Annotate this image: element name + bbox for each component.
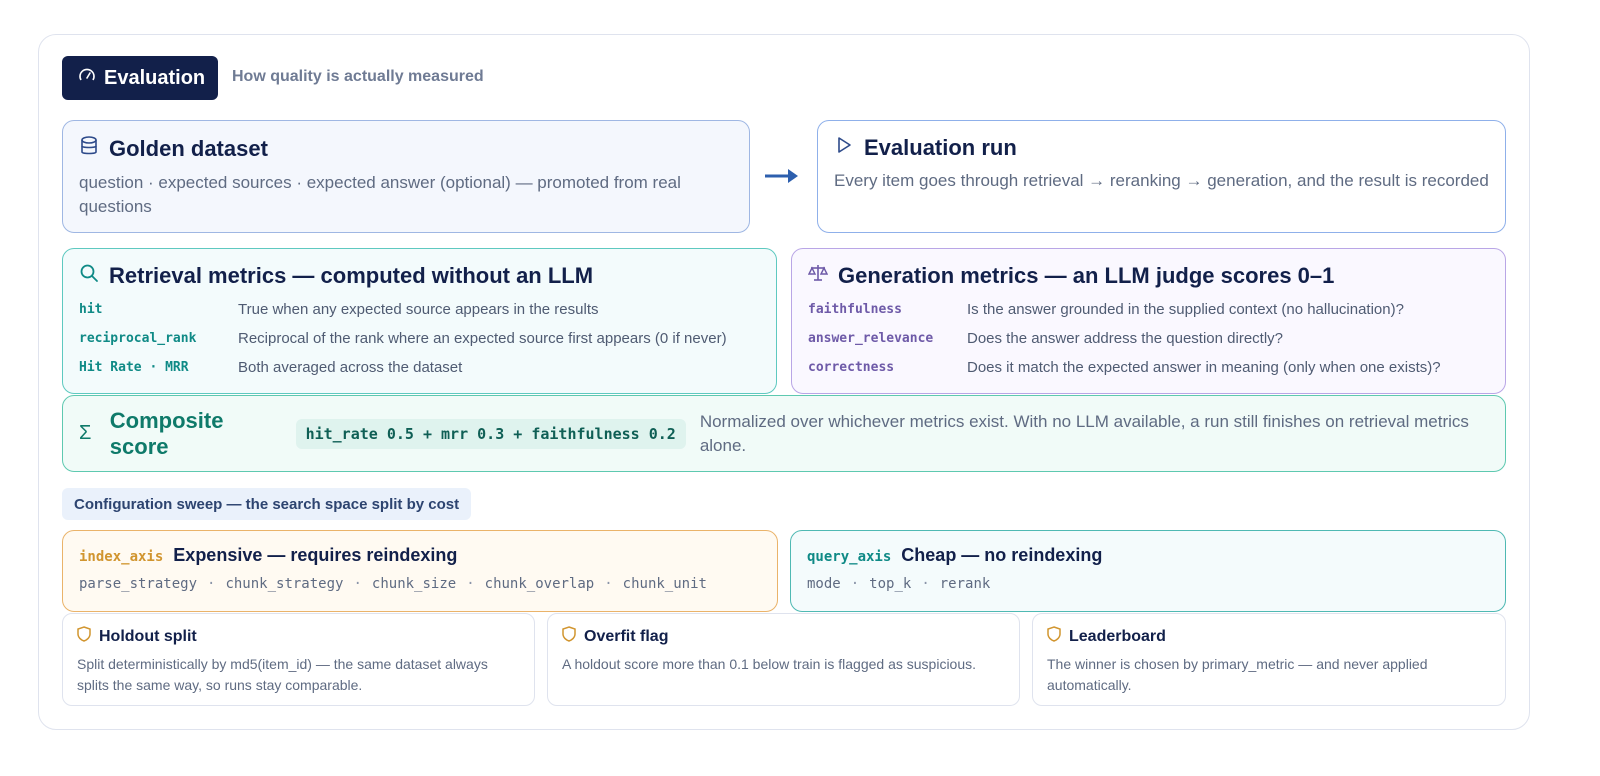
note-description: A holdout score more than 0.1 below trai… xyxy=(562,656,977,672)
metric-description: Both averaged across the dataset xyxy=(238,359,463,376)
metric-row: hit True when any expected source appear… xyxy=(79,295,760,324)
database-icon xyxy=(79,135,99,163)
golden-dataset-title: Golden dataset xyxy=(109,136,268,161)
retrieval-metrics-title: Retrieval metrics — computed without an … xyxy=(109,263,594,288)
arrow-right-icon xyxy=(765,169,798,183)
generation-metrics-card: Generation metrics — an LLM judge scores… xyxy=(791,248,1506,394)
retrieval-metrics-card: Retrieval metrics — computed without an … xyxy=(62,248,777,394)
axis-param: top_k xyxy=(869,576,912,592)
axis-title: Cheap — no reindexing xyxy=(901,545,1103,565)
section-title-text: Evaluation xyxy=(104,66,206,89)
evaluation-run-title: Evaluation run xyxy=(864,135,1017,160)
note-description: The winner is chosen by primary_metric —… xyxy=(1047,656,1428,693)
query-axis-card: query_axis Cheap — no reindexing mode · t… xyxy=(790,530,1506,612)
index-axis-card: index_axis Expensive — requires reindexi… xyxy=(62,530,778,612)
note-title: Overfit flag xyxy=(584,627,669,645)
metric-description: Does the answer address the question dir… xyxy=(967,330,1284,347)
axis-tag: index_axis xyxy=(79,549,164,565)
holdout-split-card: Holdout split Split deterministically by… xyxy=(62,613,535,706)
metric-key: Hit Rate · MRR xyxy=(79,360,189,375)
axis-param: chunk_size xyxy=(371,576,457,592)
axis-tag: query_axis xyxy=(807,549,892,565)
composite-score-title: Composite score xyxy=(109,407,224,459)
metric-row: Hit Rate · MRR Both averaged across the … xyxy=(79,353,760,382)
metric-row: reciprocal_rank Reciprocal of the rank w… xyxy=(79,324,760,353)
metric-key: answer_relevance xyxy=(808,331,934,346)
shield-icon xyxy=(1047,626,1061,647)
axis-title: Expensive — requires reindexing xyxy=(173,545,458,565)
composite-description: Normalized over whichever metrics exist.… xyxy=(699,411,1469,455)
axis-param: chunk_overlap xyxy=(484,576,595,592)
metric-row: faithfulness Is the answer grounded in t… xyxy=(808,295,1489,324)
metric-row: answer_relevance Does the answer address… xyxy=(808,324,1489,353)
scale-icon xyxy=(807,263,829,289)
metric-description: Is the answer grounded in the supplied c… xyxy=(967,301,1404,318)
note-title: Holdout split xyxy=(99,627,197,645)
generation-metrics-title: Generation metrics — an LLM judge scores… xyxy=(838,263,1335,288)
sigma-icon: Σ xyxy=(79,422,92,444)
metric-description: Reciprocal of the rank where an expected… xyxy=(238,330,727,347)
axis-param: parse_strategy xyxy=(79,576,198,592)
sweep-label: Configuration sweep — the search space s… xyxy=(62,488,472,520)
axis-param: chunk_unit xyxy=(622,576,707,592)
golden-dataset-description: question · expected sources · expected a… xyxy=(79,173,681,216)
metric-row: correctness Does it match the expected a… xyxy=(808,353,1489,382)
section-title: Evaluation xyxy=(62,56,218,100)
metric-key: reciprocal_rank xyxy=(79,331,197,346)
metric-key: correctness xyxy=(808,360,895,375)
leaderboard-card: Leaderboard The winner is chosen by prim… xyxy=(1032,613,1506,706)
evaluation-run-card: Evaluation run Every item goes through r… xyxy=(817,120,1506,233)
metric-description: True when any expected source appears in… xyxy=(238,301,599,318)
axis-param: chunk_strategy xyxy=(225,576,344,592)
section-subtitle: How quality is actually measured xyxy=(232,68,484,85)
metric-description: Does it match the expected answer in mea… xyxy=(967,359,1441,376)
axis-param: mode xyxy=(807,576,841,592)
golden-dataset-card: Golden dataset question · expected sourc… xyxy=(62,120,750,233)
axis-param: rerank xyxy=(939,576,991,592)
gauge-icon xyxy=(78,67,96,90)
metric-key: faithfulness xyxy=(808,302,902,317)
composite-formula: hit_rate 0.5 + mrr 0.3 + faithfulness 0.… xyxy=(295,418,686,449)
shield-icon xyxy=(77,626,91,647)
shield-icon xyxy=(562,626,576,647)
axis-params: parse_strategy · chunk_strategy · chunk_si… xyxy=(79,576,707,592)
metric-key: hit xyxy=(79,302,103,317)
search-icon xyxy=(79,263,99,289)
composite-score-card: Σ Composite score hit_rate 0.5 + mrr 0.3… xyxy=(62,395,1506,472)
note-description: Split deterministically by md5(item_id) … xyxy=(77,656,488,693)
axis-params: mode · top_k · rerank xyxy=(807,576,991,592)
evaluation-run-description: Every item goes through retrieval → rera… xyxy=(834,171,1489,190)
play-icon xyxy=(834,135,854,161)
overfit-flag-card: Overfit flag A holdout score more than 0… xyxy=(547,613,1020,706)
note-title: Leaderboard xyxy=(1069,627,1166,645)
